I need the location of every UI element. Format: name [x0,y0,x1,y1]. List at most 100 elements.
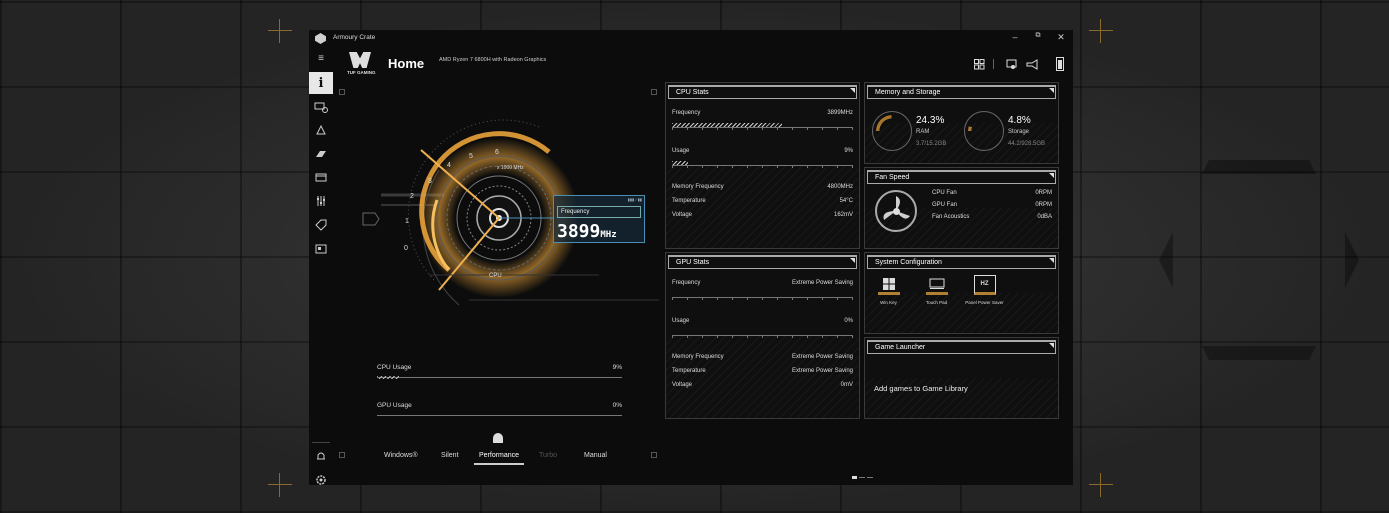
stat-label: GPU Fan [932,202,958,208]
device-phone-icon[interactable] [1053,57,1067,71]
mode-windows[interactable]: Windows® [384,452,418,459]
corner-marker [339,89,345,95]
frequency-readout-value: 3899MHz [557,221,617,242]
brand-text: TUF GAMING [347,70,376,75]
fan-speed-title: Fan Speed [875,174,910,181]
cpu-frequency-row: Frequency 3899MHz [672,110,853,120]
frequency-readout-label: Frequency [557,206,641,218]
sidebar-item-news[interactable] [309,239,333,259]
page-title: Home [388,56,425,71]
gauge-scale-label: 5 [469,153,473,160]
config-label: Win Key [880,300,897,305]
gpu-usage-row: Usage 0% [672,318,853,328]
hz-icon: HZ [973,275,996,295]
cpu-model-label: AMD Ryzen 7 6800H with Radeon Graphics [439,57,547,63]
stat-label: Temperature [672,198,706,204]
game-visual-icon [316,151,326,157]
windows-key-icon [877,275,900,295]
storage-ring-gauge [964,111,1004,151]
stat-label: Usage [672,148,690,154]
fan-speed-panel: Fan Speed CPU Fan 0RPM GPU Fan 0RPM Fan … [864,167,1059,249]
frequency-unit: MHz [600,230,617,240]
ram-percent: 24.3% [916,115,945,126]
storage-detail: 44.2/928.5GB [1008,141,1046,147]
deals-icon[interactable] [1004,57,1018,71]
stat-label: Voltage [672,212,693,218]
stat-label: CPU Fan [932,190,957,196]
stat-value: 0RPM [1035,190,1052,196]
fan-icon [875,190,917,232]
sidebar-divider [312,442,330,443]
gpu-usage-label: GPU Usage [377,402,412,409]
cpu-voltage-row: Voltage 162mV [672,212,853,222]
panel-corner-icon [850,258,855,263]
page-indicator[interactable] [852,476,880,479]
cpu-usage-fill [377,376,399,379]
sidebar-item-deals[interactable] [309,215,333,235]
game-launcher-panel: Game Launcher Add games to Game Library [864,337,1059,419]
stat-label: Voltage [672,382,693,388]
cpu-usage-label: CPU Usage [377,364,412,371]
panel-header: GPU Stats [668,255,857,269]
panel-corner-icon [850,88,855,93]
ram-detail: 3.7/15.2GB [916,141,947,147]
sidebar-item-home[interactable]: i [309,72,333,94]
decor-crosshair [1089,19,1113,43]
sidebar-item-scenario[interactable] [309,191,333,211]
sidebar-item-settings[interactable] [309,470,333,485]
config-win-key[interactable]: Win Key [866,275,911,305]
cpu-usage-stat-row: Usage 9% [672,148,853,158]
decor-crosshair [1089,473,1113,497]
memory-storage-panel: Memory and Storage 24.3% RAM 3.7/15.2GB … [864,82,1059,164]
mode-performance[interactable]: Performance [479,452,519,459]
config-touch-pad[interactable]: Touch Pad [914,275,959,305]
corner-marker [651,452,657,458]
memory-storage-title: Memory and Storage [875,89,941,96]
operating-mode-selector: Windows® Silent Performance Turbo Manual [377,448,627,466]
sidebar-item-aura[interactable] [309,120,333,140]
stat-value: 3899MHz [827,110,853,116]
minimize-button[interactable]: – [1009,32,1021,42]
stat-label: Fan Acoustics [932,214,970,220]
close-button[interactable]: ✕ [1055,32,1067,43]
ram-ring-fill [876,115,908,147]
sidebar-item-gamevisual[interactable] [309,144,333,164]
gear-icon [316,475,326,485]
stat-value: Extreme Power Saving [791,368,853,374]
panel-corner-icon [1049,343,1054,348]
hamburger-menu-icon[interactable]: ≡ [309,48,333,68]
system-config-panel: System Configuration Win Key Touch Pad H… [864,252,1059,334]
sidebar-item-device[interactable] [309,97,333,117]
mode-indicator-icon [493,433,503,443]
stat-label: Temperature [672,368,706,374]
tag-icon [315,219,327,231]
gpu-usage-bar [672,331,853,338]
stat-value: 0mV [840,382,853,388]
gpu-temperature-row: Temperature Extreme Power Saving [672,368,853,378]
config-label: Panel Power Saver [965,300,1004,305]
cpu-temperature-row: Temperature 54°C [672,198,853,208]
gauge-left-notch-icon [362,212,380,226]
sidebar-item-library[interactable] [309,167,333,187]
sidebar-item-notifications[interactable] [309,446,333,466]
gauge-multiplier-label: x 1000 MHz [497,165,524,171]
mode-silent[interactable]: Silent [441,452,459,459]
config-panel-power-saver[interactable]: HZ Panel Power Saver [962,275,1007,305]
panel-header: CPU Stats [668,85,857,99]
panel-header: Fan Speed [867,170,1056,184]
widget-layout-icon[interactable] [972,57,986,71]
storage-percent: 4.8% [1008,115,1031,126]
fan-hub [893,208,900,215]
mode-turbo[interactable]: Turbo [539,452,557,459]
ram-label: RAM [916,129,930,135]
megaphone-icon[interactable] [1025,57,1039,71]
add-games-link[interactable]: Add games to Game Library [874,384,968,393]
gpu-usage-value: 0% [612,402,622,409]
restore-button[interactable]: ⧉ [1032,32,1044,40]
stat-label: Memory Frequency [672,354,724,360]
gauge-scale-label: 1 [405,218,409,225]
mode-manual[interactable]: Manual [584,452,607,459]
touchpad-icon [925,275,948,295]
gauge-scale-label: 0 [404,245,408,252]
sidebar: ≡ i [309,47,333,485]
